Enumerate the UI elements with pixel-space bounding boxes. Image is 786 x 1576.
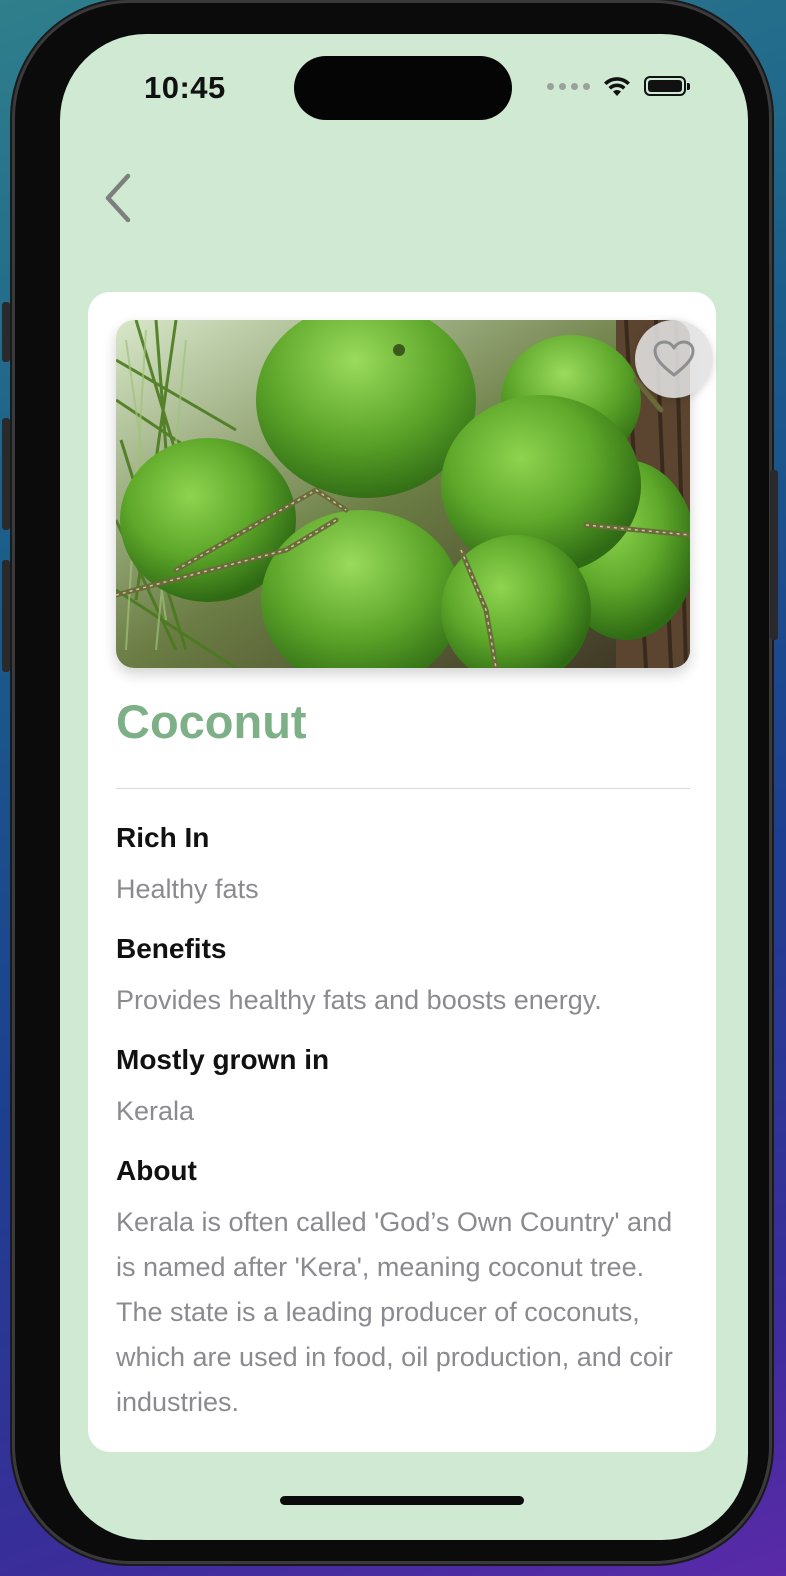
home-indicator[interactable]	[280, 1496, 524, 1505]
benefits-label: Benefits	[116, 933, 227, 964]
produce-title: Coconut	[116, 695, 307, 748]
about-value: Kerala is often called 'God’s Own Countr…	[116, 1207, 673, 1417]
volume-up-button	[2, 418, 10, 530]
benefits-value: Provides healthy fats and boosts energy.	[116, 985, 602, 1015]
heart-outline-icon	[653, 340, 695, 377]
favorite-button[interactable]	[635, 320, 713, 398]
battery-icon	[644, 76, 690, 96]
phone-frame: 10:45 Coconut Rich In Healthy fats Benef…	[2, 0, 778, 1564]
rich-in-label: Rich In	[116, 822, 210, 853]
dynamic-island	[294, 56, 512, 120]
status-icons	[547, 74, 690, 98]
produce-detail-card: Coconut Rich In Healthy fats Benefits Pr…	[88, 292, 716, 1452]
coconut-photo	[116, 320, 690, 668]
grown-in-value: Kerala	[116, 1096, 195, 1126]
volume-down-button	[2, 560, 10, 672]
title-divider	[116, 788, 690, 789]
chevron-left-icon	[105, 173, 131, 223]
about-label: About	[116, 1155, 197, 1186]
app-screen: 10:45 Coconut Rich In Healthy fats Benef…	[60, 34, 748, 1540]
power-button	[770, 470, 778, 640]
wifi-icon	[604, 77, 630, 96]
grown-in-label: Mostly grown in	[116, 1044, 330, 1075]
rich-in-value: Healthy fats	[116, 874, 259, 904]
back-button[interactable]	[98, 170, 138, 226]
status-time: 10:45	[144, 70, 226, 105]
cellular-signal-icon	[547, 82, 590, 90]
action-button	[2, 302, 10, 362]
